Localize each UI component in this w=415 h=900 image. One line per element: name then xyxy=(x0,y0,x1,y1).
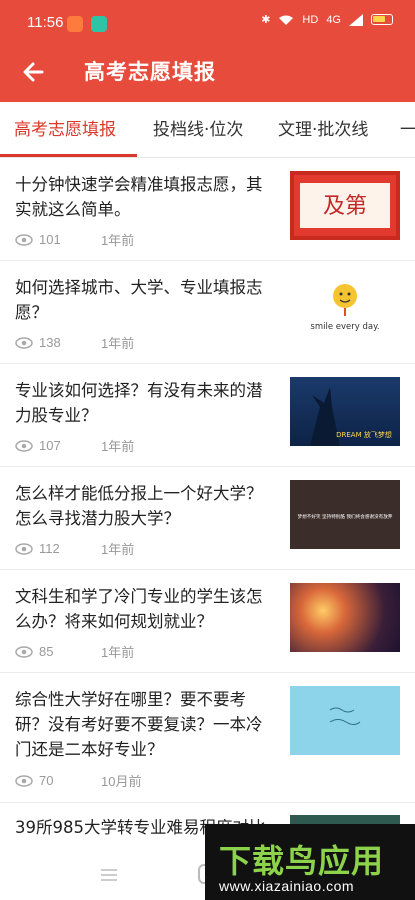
eye-icon xyxy=(15,774,33,787)
thumb-caption: 梦想不好笑 坚持特别酷 我们终会感谢没有放弃 xyxy=(298,513,393,520)
article-thumbnail: 及第 xyxy=(290,171,400,240)
list-item[interactable]: 十分钟快速学会精准填报志愿，其实就这么简单。 101 1年前 及第 xyxy=(0,158,415,261)
hd-label: HD xyxy=(302,13,319,26)
thumbnail-art: 及第 xyxy=(300,183,390,228)
publish-time: 1年前 xyxy=(101,439,135,454)
app-bar: 高考志愿填报 xyxy=(0,46,415,102)
bluetooth-icon: ✱ xyxy=(261,14,271,26)
list-item[interactable]: 综合性大学好在哪里？要不要考研？没有考好要不要复读？一本冷门还是二本好专业？ 7… xyxy=(0,673,415,803)
view-count: 112 xyxy=(39,541,60,556)
publish-time: 10月前 xyxy=(101,774,142,789)
article-title: 文科生和学了冷门专业的学生该怎么办？将来如何规划就业？ xyxy=(15,587,263,631)
tab-more[interactable]: 一 xyxy=(400,102,415,157)
thumb-caption: smile every day. xyxy=(310,322,379,332)
article-list: 十分钟快速学会精准填报志愿，其实就这么简单。 101 1年前 及第 如何选择城市… xyxy=(0,158,415,883)
article-thumbnail xyxy=(290,583,400,652)
thumb-caption: 及第 xyxy=(323,194,367,219)
publish-time: 1年前 xyxy=(101,233,135,248)
list-item[interactable]: 怎么样才能低分报上一个好大学？怎么寻找潜力股大学？ 112 1年前 梦想不好笑 … xyxy=(0,467,415,570)
smiley-icon: smile every day. xyxy=(310,284,380,332)
list-item[interactable]: 如何选择城市、大学、专业填报志愿？ 138 1年前 smile every da… xyxy=(0,261,415,364)
tab-wenli-pici[interactable]: 文理·批次线 xyxy=(278,102,368,157)
eye-icon xyxy=(15,336,33,349)
article-meta: 107 1年前 xyxy=(15,436,134,455)
eye-icon xyxy=(15,645,33,658)
article-meta: 101 1年前 xyxy=(15,230,134,249)
handwriting-art xyxy=(329,707,361,725)
signal-icon xyxy=(349,13,363,26)
header: 11:56 ✱ HD 4G 高考志愿填报 xyxy=(0,0,415,102)
thumb-caption: DREAM 放飞梦想 xyxy=(336,430,392,439)
battery-icon xyxy=(371,14,393,25)
view-count: 70 xyxy=(39,773,54,788)
article-title: 专业该如何选择？有没有未来的潜力股专业？ xyxy=(15,381,263,425)
quote-art: 梦想不好笑 坚持特别酷 我们终会感谢没有放弃 xyxy=(290,480,400,549)
article-meta: 70 10月前 xyxy=(15,771,141,790)
status-icons: ✱ HD 4G xyxy=(261,13,393,26)
menu-icon[interactable] xyxy=(100,868,118,882)
tab-bar: 高考志愿填报 投档线·位次 文理·批次线 一 xyxy=(0,102,415,158)
article-thumbnail: 梦想不好笑 坚持特别酷 我们终会感谢没有放弃 xyxy=(290,480,400,549)
wifi-icon xyxy=(279,15,294,25)
article-meta: 85 1年前 xyxy=(15,642,134,661)
app-notification-icon xyxy=(91,16,107,32)
article-meta: 138 1年前 xyxy=(15,333,134,352)
watermark: 下载鸟应用 www.xiazainiao.com xyxy=(205,824,415,900)
publish-time: 1年前 xyxy=(101,645,135,660)
tab-toudangxian[interactable]: 投档线·位次 xyxy=(153,102,243,157)
list-item[interactable]: 专业该如何选择？有没有未来的潜力股专业？ 107 1年前 DREAM 放飞梦想 xyxy=(0,364,415,467)
publish-time: 1年前 xyxy=(101,542,135,557)
dream-art: DREAM 放飞梦想 xyxy=(310,387,392,446)
eye-icon xyxy=(15,542,33,555)
article-thumbnail: DREAM 放飞梦想 xyxy=(290,377,400,446)
publish-time: 1年前 xyxy=(101,336,135,351)
signal-label: 4G xyxy=(326,13,341,26)
view-count: 85 xyxy=(39,644,54,659)
arrow-left-icon[interactable] xyxy=(18,56,50,88)
article-title: 综合性大学好在哪里？要不要考研？没有考好要不要复读？一本冷门还是二本好专业？ xyxy=(15,690,263,759)
eye-icon xyxy=(15,439,33,452)
view-count: 107 xyxy=(39,438,61,453)
page-title: 高考志愿填报 xyxy=(84,60,216,84)
view-count: 138 xyxy=(39,335,61,350)
status-time: 11:56 xyxy=(27,14,64,31)
eye-icon xyxy=(15,233,33,246)
article-thumbnail xyxy=(290,686,400,755)
active-tab-indicator xyxy=(0,154,137,157)
list-item[interactable]: 文科生和学了冷门专业的学生该怎么办？将来如何规划就业？ 85 1年前 xyxy=(0,570,415,673)
app-notification-icon xyxy=(67,16,83,32)
watermark-title: 下载鸟应用 xyxy=(219,842,385,880)
article-title: 如何选择城市、大学、专业填报志愿？ xyxy=(15,278,263,322)
tab-gaokao-zhiyuan[interactable]: 高考志愿填报 xyxy=(14,102,116,157)
article-title: 怎么样才能低分报上一个好大学？怎么寻找潜力股大学？ xyxy=(15,484,263,528)
article-thumbnail: smile every day. xyxy=(290,274,400,343)
article-meta: 112 1年前 xyxy=(15,539,134,558)
watermark-url: www.xiazainiao.com xyxy=(219,878,355,894)
article-title: 十分钟快速学会精准填报志愿，其实就这么简单。 xyxy=(15,175,263,219)
view-count: 101 xyxy=(39,232,61,247)
status-bar: 11:56 ✱ HD 4G xyxy=(0,0,415,46)
